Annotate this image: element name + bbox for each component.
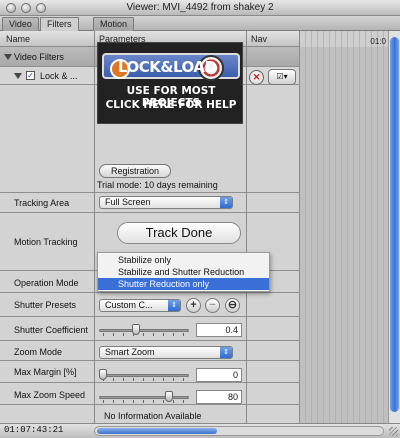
max-margin-slider[interactable] bbox=[99, 368, 189, 382]
tab-video[interactable]: Video bbox=[2, 17, 39, 31]
menu-item-stabilize-and-shutter[interactable]: Stabilize and Shutter Reduction bbox=[98, 266, 269, 278]
vertical-scroll-thumb[interactable] bbox=[390, 37, 399, 412]
tab-filters[interactable]: Filters bbox=[40, 17, 79, 32]
label-shutter-presets: Shutter Presets bbox=[14, 300, 77, 310]
timeline-ruler[interactable]: 01:0 bbox=[300, 31, 388, 47]
header-nav[interactable]: Nav bbox=[251, 34, 267, 44]
horizontal-scrollbar[interactable] bbox=[94, 426, 384, 436]
label-max-margin: Max Margin [%] bbox=[14, 367, 77, 377]
remove-preset-button[interactable]: − bbox=[205, 298, 220, 313]
tracking-area-value: Full Screen bbox=[105, 197, 151, 207]
shutter-coefficient-field[interactable]: 0.4 bbox=[196, 323, 242, 337]
remove-filter-icon[interactable]: ✕ bbox=[249, 70, 264, 85]
slider-thumb[interactable] bbox=[132, 324, 140, 335]
slider-thumb[interactable] bbox=[99, 369, 107, 380]
horizontal-scroll-thumb[interactable] bbox=[97, 428, 217, 434]
header-name[interactable]: Name bbox=[6, 34, 30, 44]
timeline-ruler-label: 01:0 bbox=[370, 37, 386, 46]
shutter-presets-value: Custom C... bbox=[105, 300, 153, 310]
vertical-scrollbar[interactable] bbox=[388, 31, 400, 423]
menu-item-stabilize-only[interactable]: Stabilize only bbox=[98, 254, 269, 266]
zoom-mode-select[interactable]: Smart Zoom ⇕ bbox=[99, 346, 233, 359]
operation-mode-menu[interactable]: Stabilize only Stabilize and Shutter Red… bbox=[97, 252, 270, 292]
preset-menu-button[interactable]: ⊖ bbox=[225, 298, 240, 313]
tab-motion[interactable]: Motion bbox=[93, 17, 135, 31]
slider-thumb[interactable] bbox=[165, 391, 173, 402]
resize-grip-icon[interactable] bbox=[389, 427, 398, 436]
title-bar: Viewer: MVI_4492 from shakey 2 bbox=[0, 0, 400, 16]
tracking-area-select[interactable]: Full Screen ⇕ bbox=[99, 196, 233, 209]
select-arrows-icon: ⇕ bbox=[220, 347, 232, 358]
shutter-coefficient-slider[interactable] bbox=[99, 323, 189, 337]
window-title: Viewer: MVI_4492 from shakey 2 bbox=[126, 2, 274, 13]
disclosure-triangle-icon[interactable] bbox=[4, 54, 12, 60]
timecode-field[interactable]: 01:07:43:21 bbox=[4, 425, 63, 435]
filter-options-menu[interactable]: ☑▾ bbox=[268, 69, 296, 85]
max-zoom-speed-field[interactable]: 80 bbox=[196, 390, 242, 404]
shutter-presets-select[interactable]: Custom C... ⇕ bbox=[99, 299, 181, 312]
tab-bar: Video Filters Motion bbox=[0, 16, 400, 32]
info-text: No Information Available bbox=[104, 411, 202, 421]
registration-button[interactable]: Registration bbox=[99, 164, 171, 178]
max-zoom-speed-slider[interactable] bbox=[99, 390, 189, 404]
bottom-bar: 01:07:43:21 bbox=[0, 423, 400, 438]
banner-line-2: CLICK HERE FOR HELP bbox=[105, 99, 237, 111]
label-zoom-mode: Zoom Mode bbox=[14, 347, 63, 357]
logo-text: LOCK&LOAD bbox=[118, 58, 217, 76]
trial-text: Trial mode: 10 days remaining bbox=[97, 180, 218, 190]
zoom-mode-value: Smart Zoom bbox=[105, 347, 155, 357]
label-max-zoom-speed: Max Zoom Speed bbox=[14, 390, 86, 400]
section-label: Video Filters bbox=[14, 52, 64, 62]
track-done-button[interactable]: Track Done bbox=[117, 222, 241, 244]
select-arrows-icon: ⇕ bbox=[220, 197, 232, 208]
select-arrows-icon: ⇕ bbox=[168, 300, 180, 311]
disclosure-triangle-icon[interactable] bbox=[14, 73, 22, 79]
max-margin-field[interactable]: 0 bbox=[196, 368, 242, 382]
filter-enable-checkbox[interactable]: ✓ bbox=[26, 71, 35, 80]
lock-and-load-banner[interactable]: LOCK&LOAD USE FOR MOST PROJECTS CLICK HE… bbox=[97, 42, 243, 124]
lock-and-load-logo: LOCK&LOAD bbox=[102, 53, 240, 81]
filter-name: Lock & ... bbox=[40, 71, 78, 81]
menu-item-shutter-only[interactable]: Shutter Reduction only bbox=[98, 278, 269, 290]
timeline-track[interactable] bbox=[300, 47, 388, 423]
label-operation-mode: Operation Mode bbox=[14, 278, 79, 288]
add-preset-button[interactable]: + bbox=[186, 298, 201, 313]
label-tracking-area: Tracking Area bbox=[14, 198, 70, 208]
label-motion-tracking: Motion Tracking bbox=[14, 237, 78, 247]
label-shutter-coefficient: Shutter Coefficient bbox=[14, 325, 88, 335]
